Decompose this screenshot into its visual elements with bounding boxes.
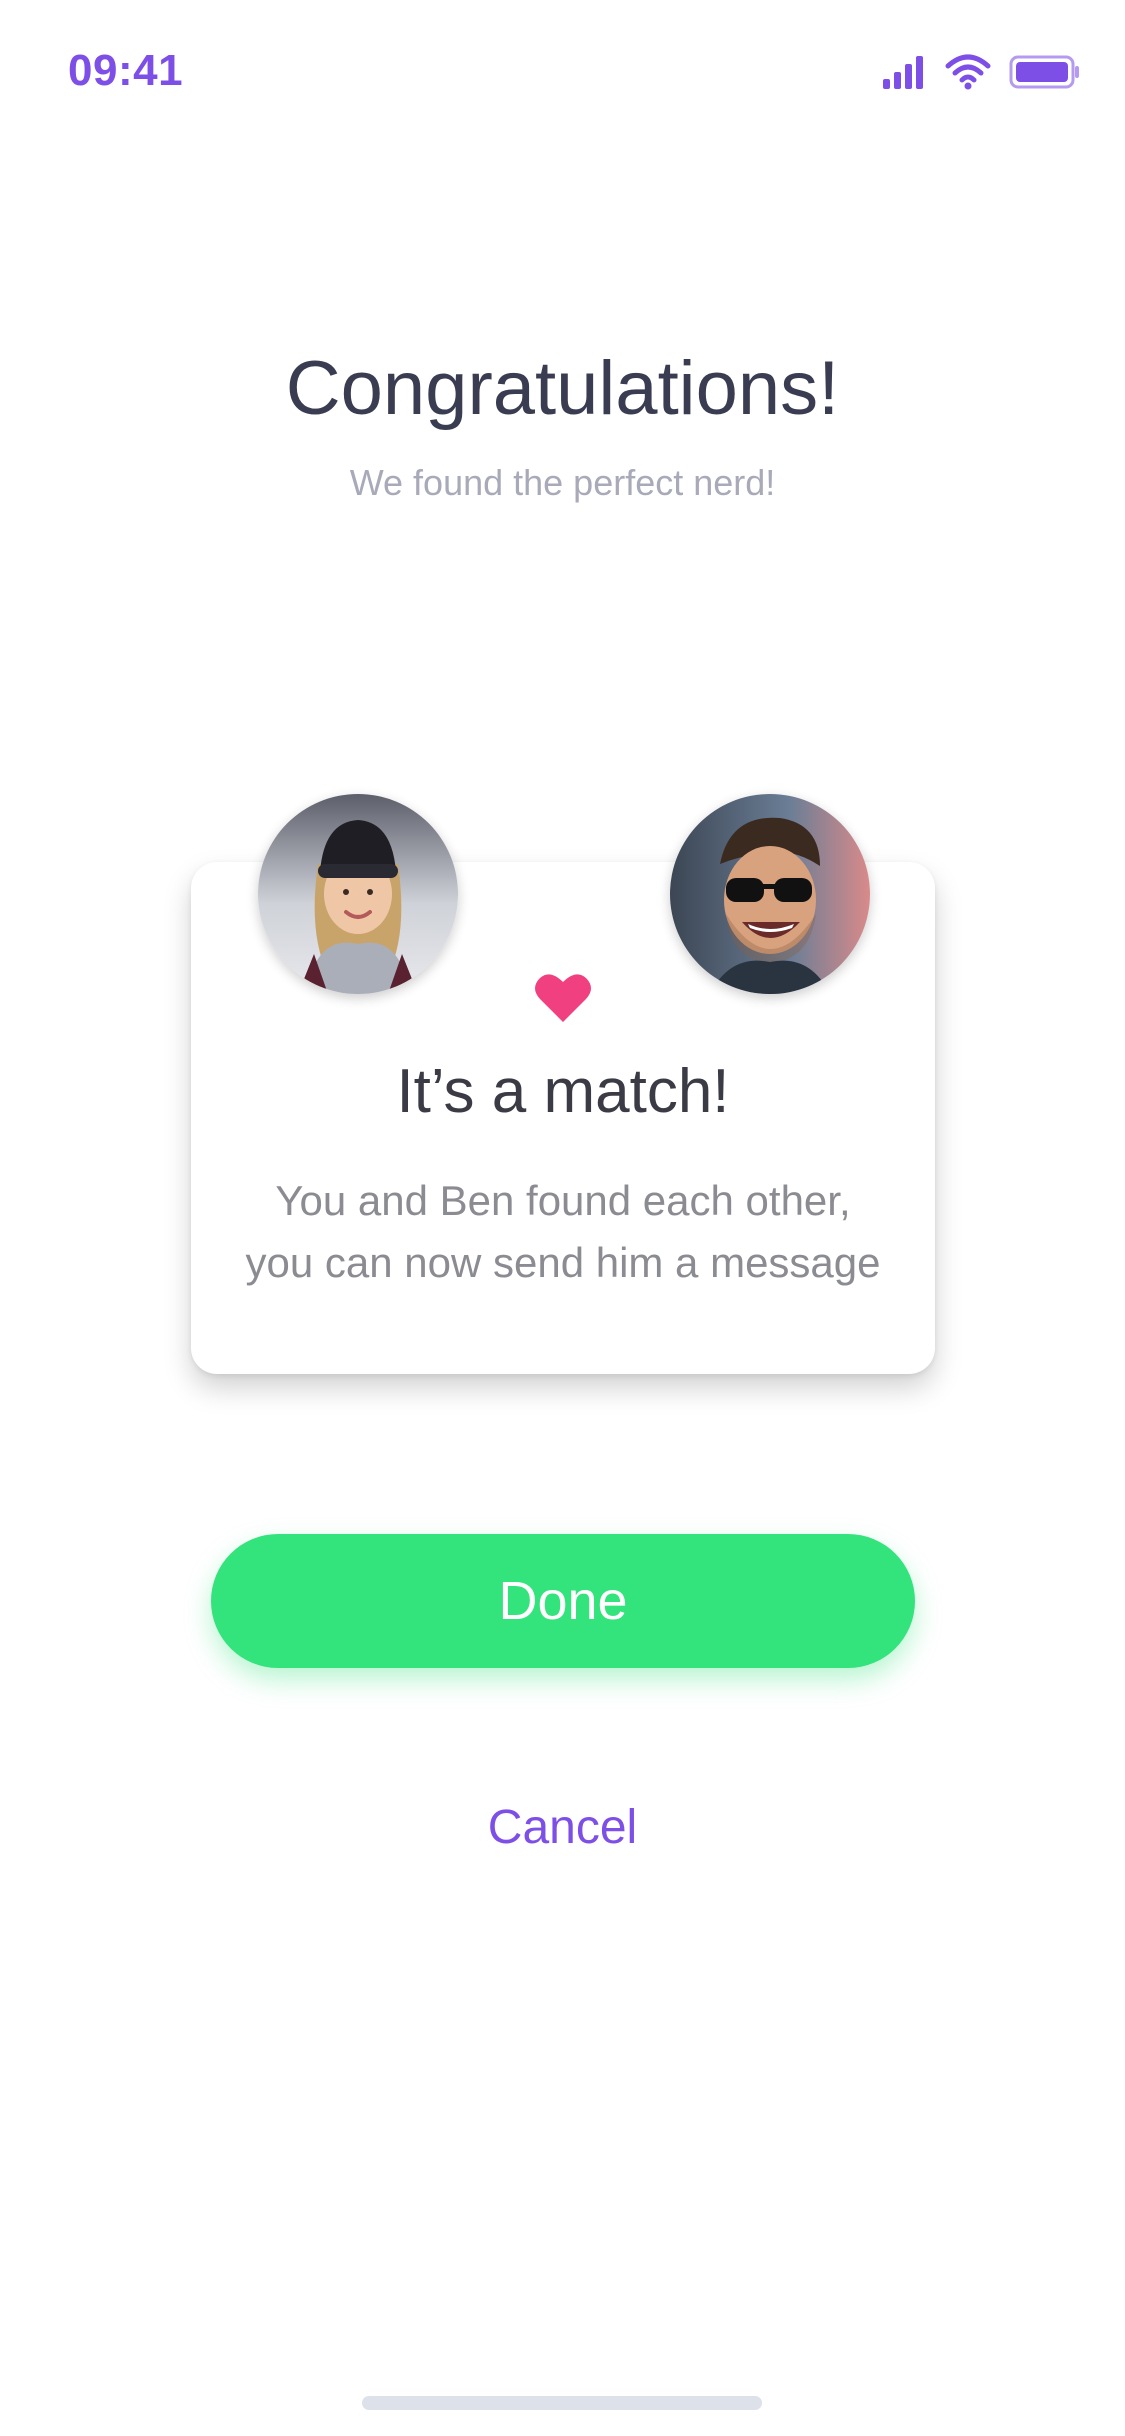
status-time: 09:41 xyxy=(68,46,184,95)
page-subtitle: We found the perfect nerd! xyxy=(349,462,776,503)
done-button[interactable]: Done xyxy=(211,1534,915,1668)
home-indicator xyxy=(362,2396,762,2410)
status-icons xyxy=(881,54,1081,90)
page-title: Congratulations! xyxy=(285,346,840,431)
battery-icon xyxy=(1009,55,1081,89)
match-title: It’s a match! xyxy=(396,1057,730,1126)
match-message-line: You and Ben found each other, xyxy=(275,1177,851,1224)
match-message-line: you can now send him a message xyxy=(245,1239,881,1286)
heart-icon xyxy=(534,972,592,1029)
wifi-icon xyxy=(945,54,991,90)
avatar xyxy=(670,794,870,994)
match-message: You and Ben found each other, you can no… xyxy=(191,1170,935,1294)
avatar xyxy=(258,794,458,994)
cancel-button[interactable]: Cancel xyxy=(0,1800,1125,1855)
signal-icon xyxy=(881,55,927,89)
status-bar: 09:41 xyxy=(0,0,1125,150)
